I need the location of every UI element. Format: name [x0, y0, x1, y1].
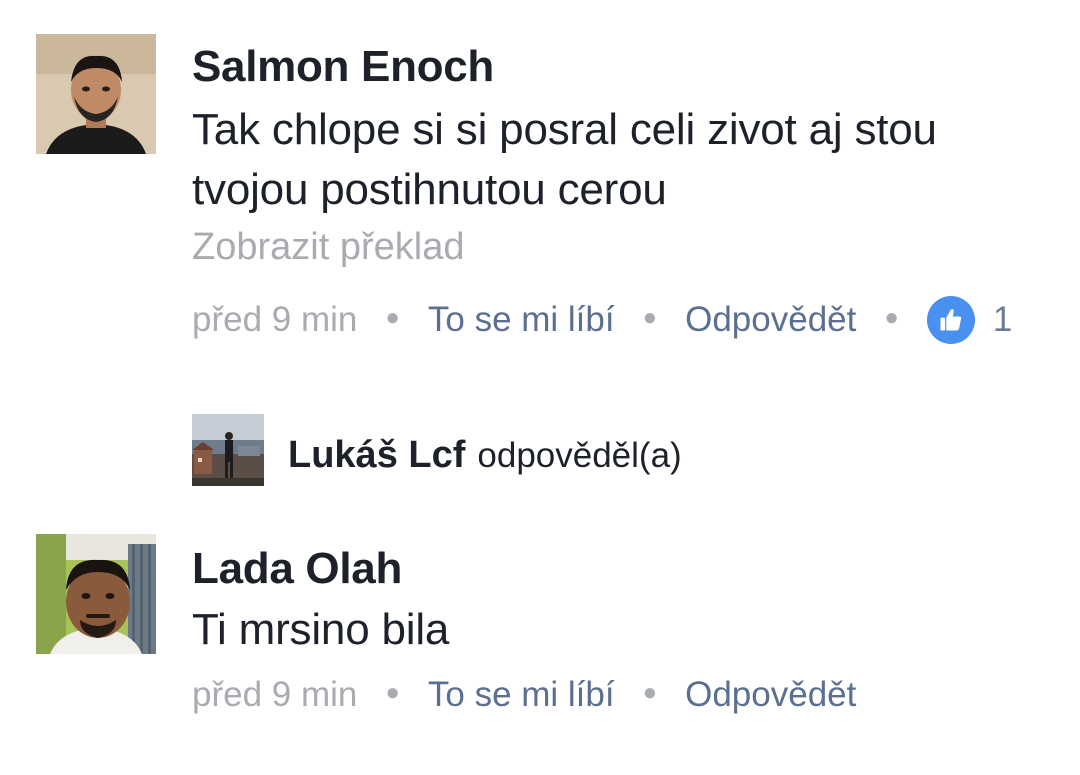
reply-author[interactable]: Lukáš Lcf: [288, 434, 465, 477]
comment-timestamp: před 9 min: [192, 300, 358, 339]
reaction-count[interactable]: 1: [993, 300, 1012, 340]
comment-timestamp: před 9 min: [192, 675, 358, 714]
comment-avatar-salmon-enoch[interactable]: [36, 34, 156, 154]
separator-dot: ●: [884, 304, 899, 331]
reply-button[interactable]: Odpovědět: [685, 300, 856, 340]
separator-dot: ●: [642, 679, 658, 706]
like-button[interactable]: To se mi líbí: [428, 675, 615, 715]
comment-meta-row: před 9 min ● To se mi líbí ● Odpovědět ●…: [192, 296, 1012, 344]
translate-link[interactable]: Zobrazit překlad: [192, 226, 464, 269]
thumbs-up-icon[interactable]: [926, 296, 975, 344]
reply-action-label[interactable]: odpověděl(a): [477, 436, 681, 476]
comment-avatar-lada-olah[interactable]: [36, 534, 156, 654]
comment-author[interactable]: Lada Olah: [192, 544, 402, 594]
comment-meta-row: před 9 min ● To se mi líbí ● Odpovědět: [192, 675, 856, 715]
separator-dot: ●: [642, 304, 658, 331]
separator-dot: ●: [385, 304, 400, 331]
separator-dot: ●: [385, 679, 400, 706]
reply-avatar-lukas-lcf[interactable]: [192, 414, 264, 486]
reply-button[interactable]: Odpovědět: [685, 675, 856, 715]
comment-text: Tak chlope si si posral celi zivot aj st…: [192, 105, 937, 214]
like-button[interactable]: To se mi líbí: [428, 300, 615, 340]
comment-text: Ti mrsino bila: [192, 605, 450, 654]
reply-summary[interactable]: Lukáš Lcf odpověděl(a): [288, 434, 682, 477]
comment-author[interactable]: Salmon Enoch: [192, 42, 494, 92]
